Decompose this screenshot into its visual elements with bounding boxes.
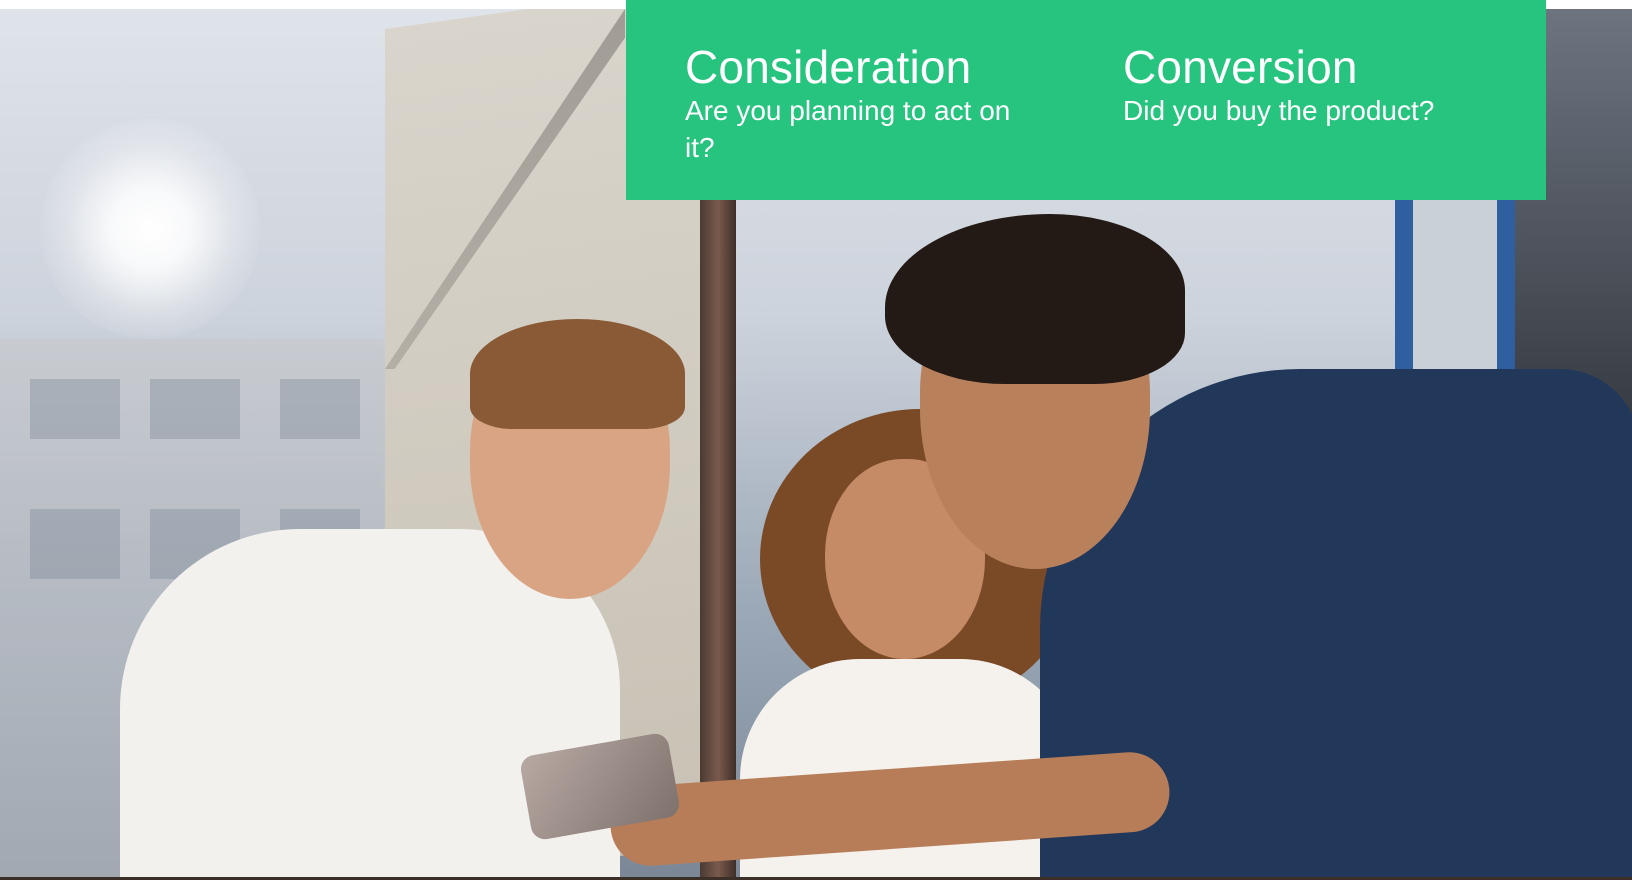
conversion-description: Did you buy the product?	[1123, 95, 1435, 126]
man-left-hair	[470, 319, 685, 429]
sun-glare	[40, 119, 260, 339]
conversion-card: Conversion Did you buy the product?	[1123, 38, 1503, 129]
drain-pipe	[700, 199, 736, 880]
man-right-hair	[885, 214, 1185, 384]
consideration-card: Consideration Are you planning to act on…	[685, 38, 1025, 166]
consideration-description: Are you planning to act on it?	[685, 95, 1011, 163]
funnel-banner: Consideration Are you planning to act on…	[626, 0, 1546, 200]
consideration-title: Consideration	[685, 41, 972, 93]
conversion-title: Conversion	[1123, 41, 1358, 93]
